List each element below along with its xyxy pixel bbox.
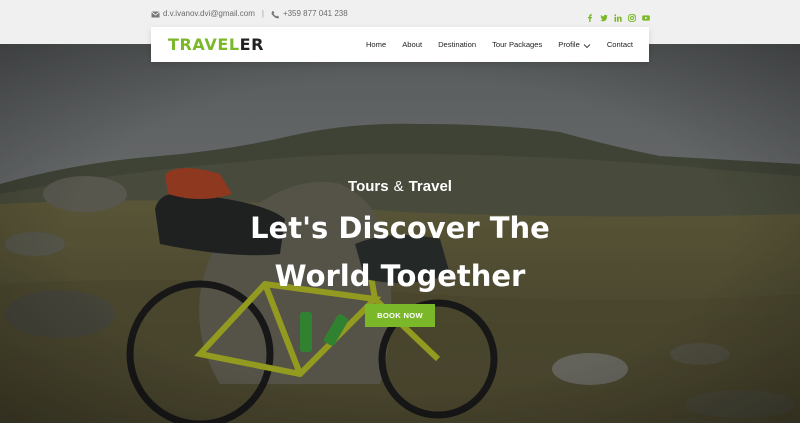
contact-info: d.v.ivanov.dvi@gmail.com | +359 877 041 … <box>151 8 348 20</box>
site-logo[interactable]: TRAVELER <box>168 35 264 54</box>
headline-line-1: Let's Discover The <box>250 211 550 245</box>
email-link[interactable]: d.v.ivanov.dvi@gmail.com <box>163 8 255 20</box>
envelope-icon <box>151 10 160 19</box>
nav-item-profile[interactable]: Profile <box>558 40 591 49</box>
instagram-icon[interactable] <box>628 9 636 22</box>
phone-number[interactable]: +359 877 041 238 <box>283 8 348 20</box>
facebook-icon[interactable] <box>586 9 594 22</box>
tagline-amp: & <box>393 178 404 195</box>
nav-item-destination[interactable]: Destination <box>438 40 476 49</box>
main-navbar: TRAVELER Home About Destination Tour Pac… <box>151 27 649 62</box>
nav-item-home[interactable]: Home <box>366 40 386 49</box>
tagline-travel: Travel <box>408 178 452 195</box>
headline-line-2: World Together <box>274 259 526 293</box>
twitter-icon[interactable] <box>600 9 608 22</box>
nav-item-about[interactable]: About <box>402 40 422 49</box>
hero-tagline: Tours & Travel <box>0 178 800 196</box>
nav-item-profile-label: Profile <box>558 40 580 49</box>
book-now-button[interactable]: BOOK NOW <box>365 304 435 327</box>
chevron-down-icon <box>583 42 591 48</box>
contact-separator: | <box>261 9 264 18</box>
phone-icon <box>271 10 280 19</box>
social-links <box>586 9 650 22</box>
nav-item-tour-packages[interactable]: Tour Packages <box>492 40 542 49</box>
nav-menu: Home About Destination Tour Packages Pro… <box>366 27 633 62</box>
hero-headline: Let's Discover The World Together <box>0 204 800 300</box>
tagline-tours: Tours <box>348 178 389 195</box>
nav-item-contact[interactable]: Contact <box>607 40 633 49</box>
youtube-icon[interactable] <box>642 9 650 21</box>
linkedin-icon[interactable] <box>614 9 622 22</box>
